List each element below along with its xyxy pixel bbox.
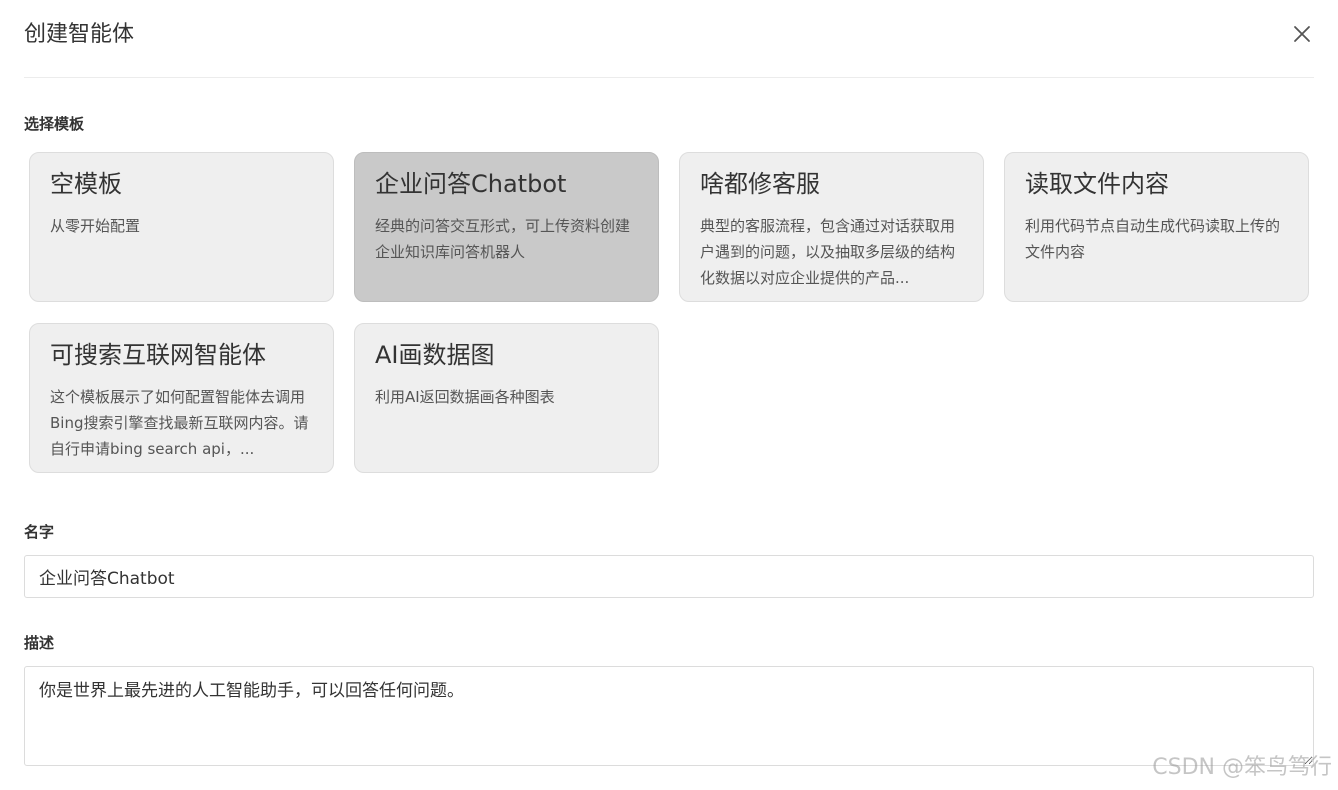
desc-label: 描述 (24, 634, 55, 652)
template-card-title: 企业问答Chatbot (375, 170, 567, 198)
template-card-web-search[interactable]: 可搜索互联网智能体 这个模板展示了如何配置智能体去调用Bing搜索引擎查找最新互… (29, 323, 334, 473)
templates-label: 选择模板 (24, 115, 85, 133)
template-card-customer-service[interactable]: 啥都修客服 典型的客服流程，包含通过对话获取用户遇到的问题，以及抽取多层级的结构… (679, 152, 984, 302)
name-input[interactable] (24, 555, 1314, 598)
template-card-chatbot[interactable]: 企业问答Chatbot 经典的问答交互形式，可上传资料创建企业知识库问答机器人 (354, 152, 659, 302)
template-card-title: 读取文件内容 (1025, 170, 1169, 198)
template-card-desc: 这个模板展示了如何配置智能体去调用Bing搜索引擎查找最新互联网内容。请自行申请… (50, 388, 309, 458)
create-agent-dialog: 创建智能体 选择模板 空模板 从零开始配置 企业问答Chatbot 经典的问答交… (0, 0, 1338, 790)
template-card-desc: 利用AI返回数据画各种图表 (375, 388, 555, 406)
description-textarea[interactable]: 你是世界上最先进的人工智能助手，可以回答任何问题。 (24, 666, 1314, 766)
template-card-empty[interactable]: 空模板 从零开始配置 (29, 152, 334, 302)
name-label: 名字 (24, 523, 55, 541)
template-card-title: 可搜索互联网智能体 (50, 341, 266, 369)
template-card-desc: 典型的客服流程，包含通过对话获取用户遇到的问题，以及抽取多层级的结构化数据以对应… (700, 217, 956, 287)
template-card-desc: 利用代码节点自动生成代码读取上传的文件内容 (1025, 217, 1281, 261)
watermark: CSDN @笨鸟笃行 (1152, 755, 1332, 780)
close-icon (1294, 26, 1310, 42)
template-card-title: 空模板 (50, 170, 122, 198)
dialog-header: 创建智能体 (24, 0, 1314, 78)
template-card-title: 啥都修客服 (700, 170, 820, 198)
dialog-title: 创建智能体 (24, 22, 135, 47)
template-grid: 空模板 从零开始配置 企业问答Chatbot 经典的问答交互形式，可上传资料创建… (29, 152, 1309, 473)
template-card-title: AI画数据图 (375, 341, 495, 369)
template-card-read-file[interactable]: 读取文件内容 利用代码节点自动生成代码读取上传的文件内容 (1004, 152, 1309, 302)
template-card-desc: 从零开始配置 (50, 217, 141, 235)
template-card-ai-chart[interactable]: AI画数据图 利用AI返回数据画各种图表 (354, 323, 659, 473)
close-button[interactable] (1290, 22, 1314, 46)
template-card-desc: 经典的问答交互形式，可上传资料创建企业知识库问答机器人 (375, 217, 631, 261)
